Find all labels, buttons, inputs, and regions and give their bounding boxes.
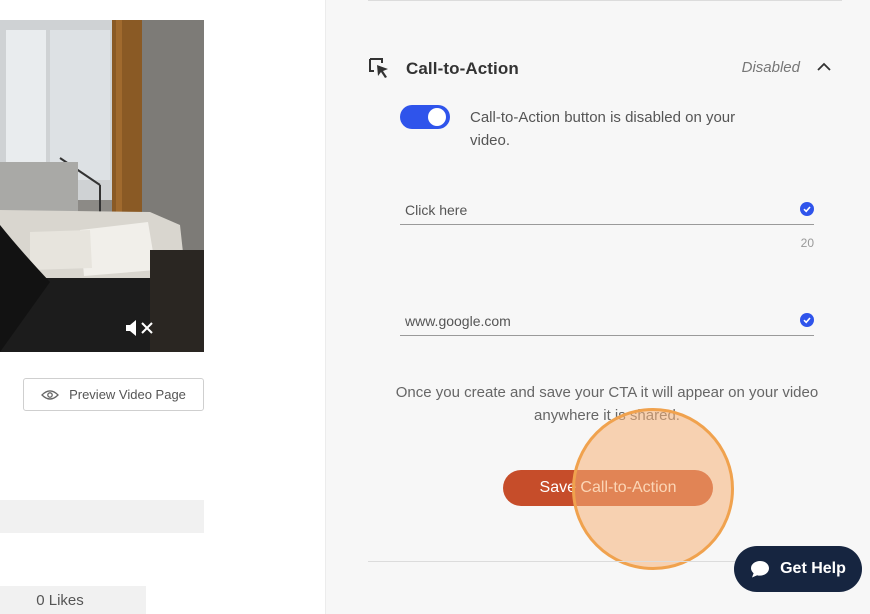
speaker-muted-icon: [126, 320, 153, 336]
placeholder-bar: [0, 500, 204, 533]
eye-icon: [41, 389, 59, 400]
cta-section-title: Call-to-Action: [406, 59, 519, 78]
video-pane: Preview Video Page 0 Likes: [0, 0, 326, 614]
get-help-label: Get Help: [780, 560, 846, 577]
cta-info-note: Once you create and save your CTA it wil…: [395, 384, 819, 424]
cta-url-input[interactable]: [400, 306, 814, 335]
cta-section-header[interactable]: Call-to-Action Disabled: [368, 55, 842, 83]
preview-video-page-label: Preview Video Page: [69, 387, 186, 402]
get-help-button[interactable]: Get Help: [734, 546, 862, 592]
likes-count: 0 Likes: [0, 586, 146, 614]
video-thumbnail[interactable]: [0, 20, 204, 352]
preview-video-page-button[interactable]: Preview Video Page: [23, 378, 204, 411]
save-cta-button[interactable]: Save Call-to-Action: [503, 470, 713, 506]
cursor-click-icon: [369, 58, 388, 78]
chat-bubble-icon: [751, 561, 770, 578]
cta-button-text-input[interactable]: [400, 195, 814, 224]
cta-toggle-description: Call-to-Action button is disabled on you…: [470, 109, 736, 149]
toggle-knob: [428, 108, 446, 126]
cta-button-text-field[interactable]: [400, 195, 814, 225]
section-divider: [368, 0, 842, 1]
character-counter: 20: [800, 236, 814, 250]
chevron-up-icon[interactable]: [814, 57, 834, 77]
cta-status-label: Disabled: [741, 59, 800, 76]
checkmark-icon: [803, 317, 811, 324]
app-root: Preview Video Page 0 Likes Call-to-Actio…: [0, 0, 870, 614]
settings-pane: Call-to-Action Disabled Call-to-Action b…: [326, 0, 870, 614]
cta-enable-toggle[interactable]: [400, 105, 450, 129]
mute-button[interactable]: [122, 316, 158, 340]
cta-url-field[interactable]: [400, 306, 814, 336]
check-circle-icon: [800, 202, 814, 216]
video-frame-image: [0, 20, 204, 352]
checkmark-icon: [803, 206, 811, 213]
check-circle-icon: [800, 313, 814, 327]
